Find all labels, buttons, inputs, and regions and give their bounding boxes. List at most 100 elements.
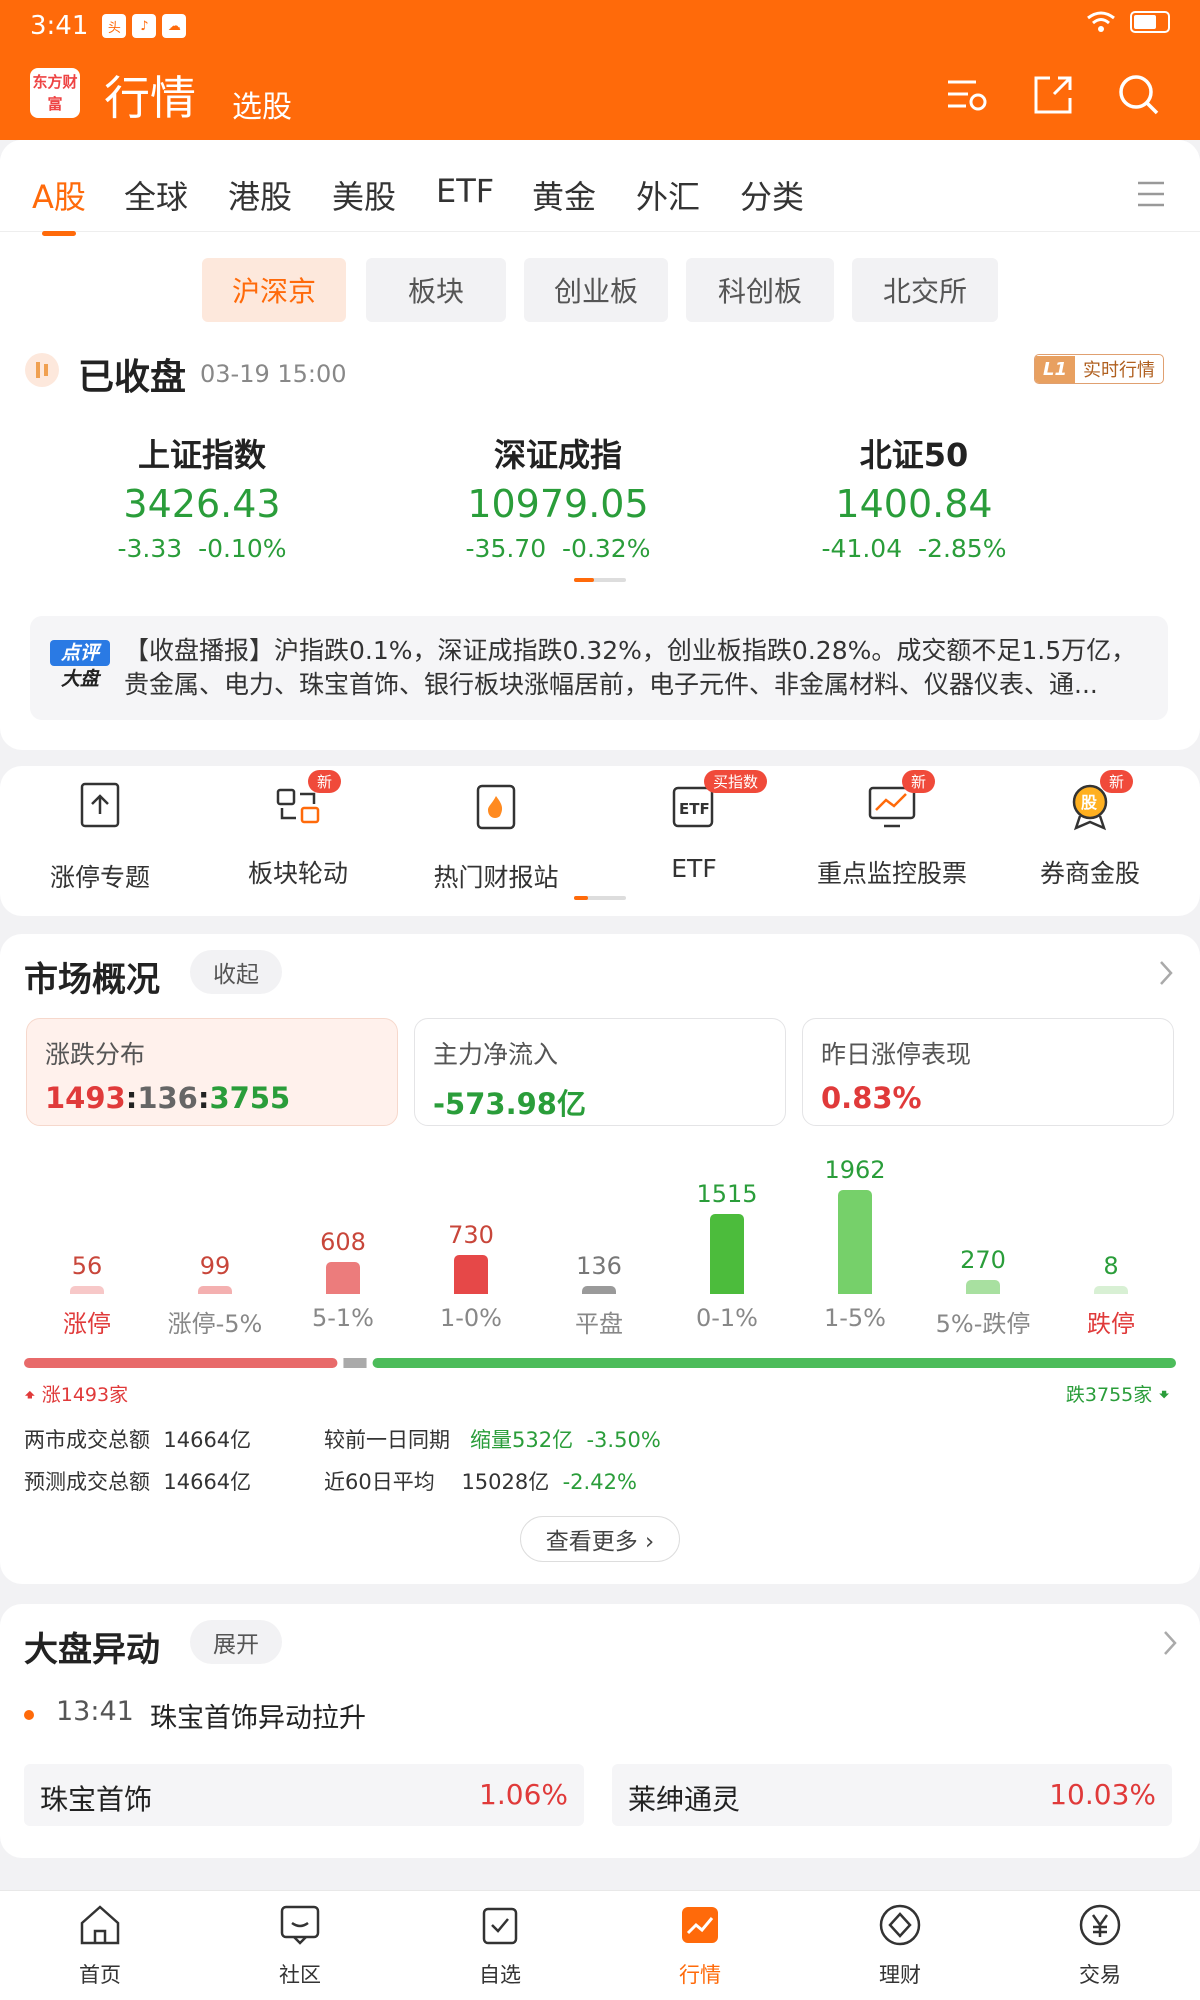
quick-limit-up[interactable]: 涨停专题 [10,778,190,894]
movement-item-stock[interactable]: 莱绅通灵 10.03% [612,1764,1172,1826]
chart-bar [1094,1286,1128,1294]
avg-compare: 近60日平均 15028亿 -2.42% [324,1470,637,1494]
breadth-down-segment [372,1358,1176,1368]
nav-trade[interactable]: 交易 [1040,1901,1160,1989]
chart-bar [454,1255,488,1294]
status-time: 3:41 [30,11,89,41]
chart-bar-group: 730 1-0% [411,1221,531,1332]
index-change: -3.33 -0.10% [117,534,287,563]
status-right [1086,10,1170,34]
movement-item-sector[interactable]: 珠宝首饰 1.06% [24,1764,584,1826]
subtab-bse[interactable]: 北交所 [852,258,998,322]
market-chart-icon [682,1907,718,1943]
wifi-icon [1087,11,1115,32]
quick-etf[interactable]: ETF 买指数 ETF [604,770,784,883]
chart-bar-group: 99 涨停-5% [155,1252,275,1339]
nav-market[interactable]: 行情 [640,1901,760,1989]
new-badge: 新 [1100,770,1134,793]
distribution-card[interactable]: 涨跌分布 1493:136:3755 [26,1018,398,1126]
item-name: 莱绅通灵 [628,1783,741,1816]
settings-list-icon[interactable] [944,72,990,118]
expand-button[interactable]: 展开 [190,1620,282,1664]
index-shanghai[interactable]: 上证指数 3426.43 -3.33 -0.10% [72,430,332,563]
quick-label: ETF [671,854,717,883]
chart-value-label: 99 [199,1252,231,1280]
chart-value-label: 136 [576,1252,622,1280]
tab-gold[interactable]: 黄金 [532,172,596,218]
tag-comment: 点评 [50,640,110,666]
quick-label: 板块轮动 [247,859,348,888]
watchlist-icon [482,1907,518,1945]
chart-bar-group: 56 涨停 [27,1252,147,1339]
index-value: 3426.43 [123,482,281,526]
chart-value-label: 1962 [824,1156,886,1184]
bottom-nav: 首页 社区 自选 行情 理财 交易 [0,1890,1200,2000]
tab-forex[interactable]: 外汇 [636,172,700,218]
chart-bar-group: 1515 0-1% [667,1180,787,1332]
stock-picker-link[interactable]: 选股 [232,82,292,126]
subtab-sector[interactable]: 板块 [366,258,506,322]
page-indicator-active [574,578,594,582]
chevron-right-icon[interactable] [1160,1628,1180,1658]
quick-sector-rotation[interactable]: 新 板块轮动 [208,770,388,890]
card-label: 昨日涨停表现 [821,1040,972,1069]
broadcast-text: 【收盘播报】沪指跌0.1%，深证成指跌0.32%，创业板指跌0.28%。成交额不… [124,636,1137,699]
quick-label: 热门财报站 [433,863,559,892]
market-status: 已收盘 [78,357,187,398]
view-more-button[interactable]: 查看更多 › [520,1516,680,1562]
card-label: 涨跌分布 [45,1040,146,1069]
nav-watchlist[interactable]: 自选 [440,1901,560,1989]
menu-icon[interactable] [1136,180,1166,208]
yuan-icon [1079,1904,1121,1946]
quick-earnings[interactable]: 热门财报站 [406,778,586,894]
nav-home[interactable]: 首页 [40,1901,160,1989]
yesterday-limit-card[interactable]: 昨日涨停表现 0.83% [802,1018,1174,1126]
tab-category[interactable]: 分类 [740,172,804,218]
news-app-icon: 头 [102,14,127,38]
tab-etf[interactable]: ETF [436,172,494,210]
nav-community[interactable]: 社区 [240,1901,360,1989]
index-value: 1400.84 [835,482,993,526]
home-icon [80,1905,120,1945]
up-count-label: 🠹 涨1493家 [24,1384,129,1406]
chart-category-label: 1-0% [439,1304,502,1332]
nav-label: 首页 [79,1963,121,1987]
market-time: 03-19 15:00 [200,360,347,388]
search-icon[interactable] [1116,72,1162,118]
chart-bar [582,1286,616,1294]
subtab-chinext[interactable]: 创业板 [524,258,668,322]
chart-bar-group: 270 5%-跌停 [923,1246,1043,1339]
predicted-volume: 预测成交总额 14664亿 [24,1470,252,1494]
index-name: 上证指数 [137,436,266,474]
collapse-button[interactable]: 收起 [190,950,282,994]
quick-label: 券商金股 [1039,859,1140,888]
chevron-right-icon[interactable] [1156,958,1176,988]
tab-hk[interactable]: 港股 [228,172,292,218]
tab-global[interactable]: 全球 [124,172,188,218]
realtime-badge[interactable]: L1 实时行情 [1034,354,1164,384]
buy-index-badge: 买指数 [704,770,768,793]
index-shenzhen[interactable]: 深证成指 10979.05 -35.70 -0.32% [428,430,688,563]
breadth-bar [24,1358,1176,1368]
main-inflow-card[interactable]: 主力净流入 -573.98亿 [414,1018,786,1126]
chart-category-label: 0-1% [695,1304,758,1332]
index-value: 10979.05 [467,482,649,526]
subtab-hsj[interactable]: 沪深京 [202,258,346,322]
index-name: 深证成指 [493,436,622,474]
quick-label: 重点监控股票 [816,859,967,888]
subtab-star[interactable]: 科创板 [686,258,834,322]
prev-compare: 较前一日同期 缩量532亿 -3.50% [324,1428,661,1452]
close-broadcast[interactable]: 点评 大盘 【收盘播报】沪指跌0.1%，深证成指跌0.32%，创业板指跌0.28… [30,616,1168,720]
tab-a-share[interactable]: A股 [32,172,86,236]
index-bse50[interactable]: 北证50 1400.84 -41.04 -2.85% [784,430,1044,563]
chart-bar-group: 8 跌停 [1051,1252,1171,1339]
down-count-label: 跌3755家 🠻 [1065,1384,1170,1406]
quick-monitor[interactable]: 新 重点监控股票 [802,770,982,890]
tab-us[interactable]: 美股 [332,172,396,218]
nav-wealth[interactable]: 理财 [840,1901,960,1989]
chart-value-label: 730 [448,1221,494,1249]
share-icon[interactable] [1030,72,1076,118]
chart-category-label: 涨停 [63,1310,111,1338]
quick-broker-gold[interactable]: 股 新 券商金股 [1000,770,1180,890]
index-name: 北证50 [859,436,969,474]
